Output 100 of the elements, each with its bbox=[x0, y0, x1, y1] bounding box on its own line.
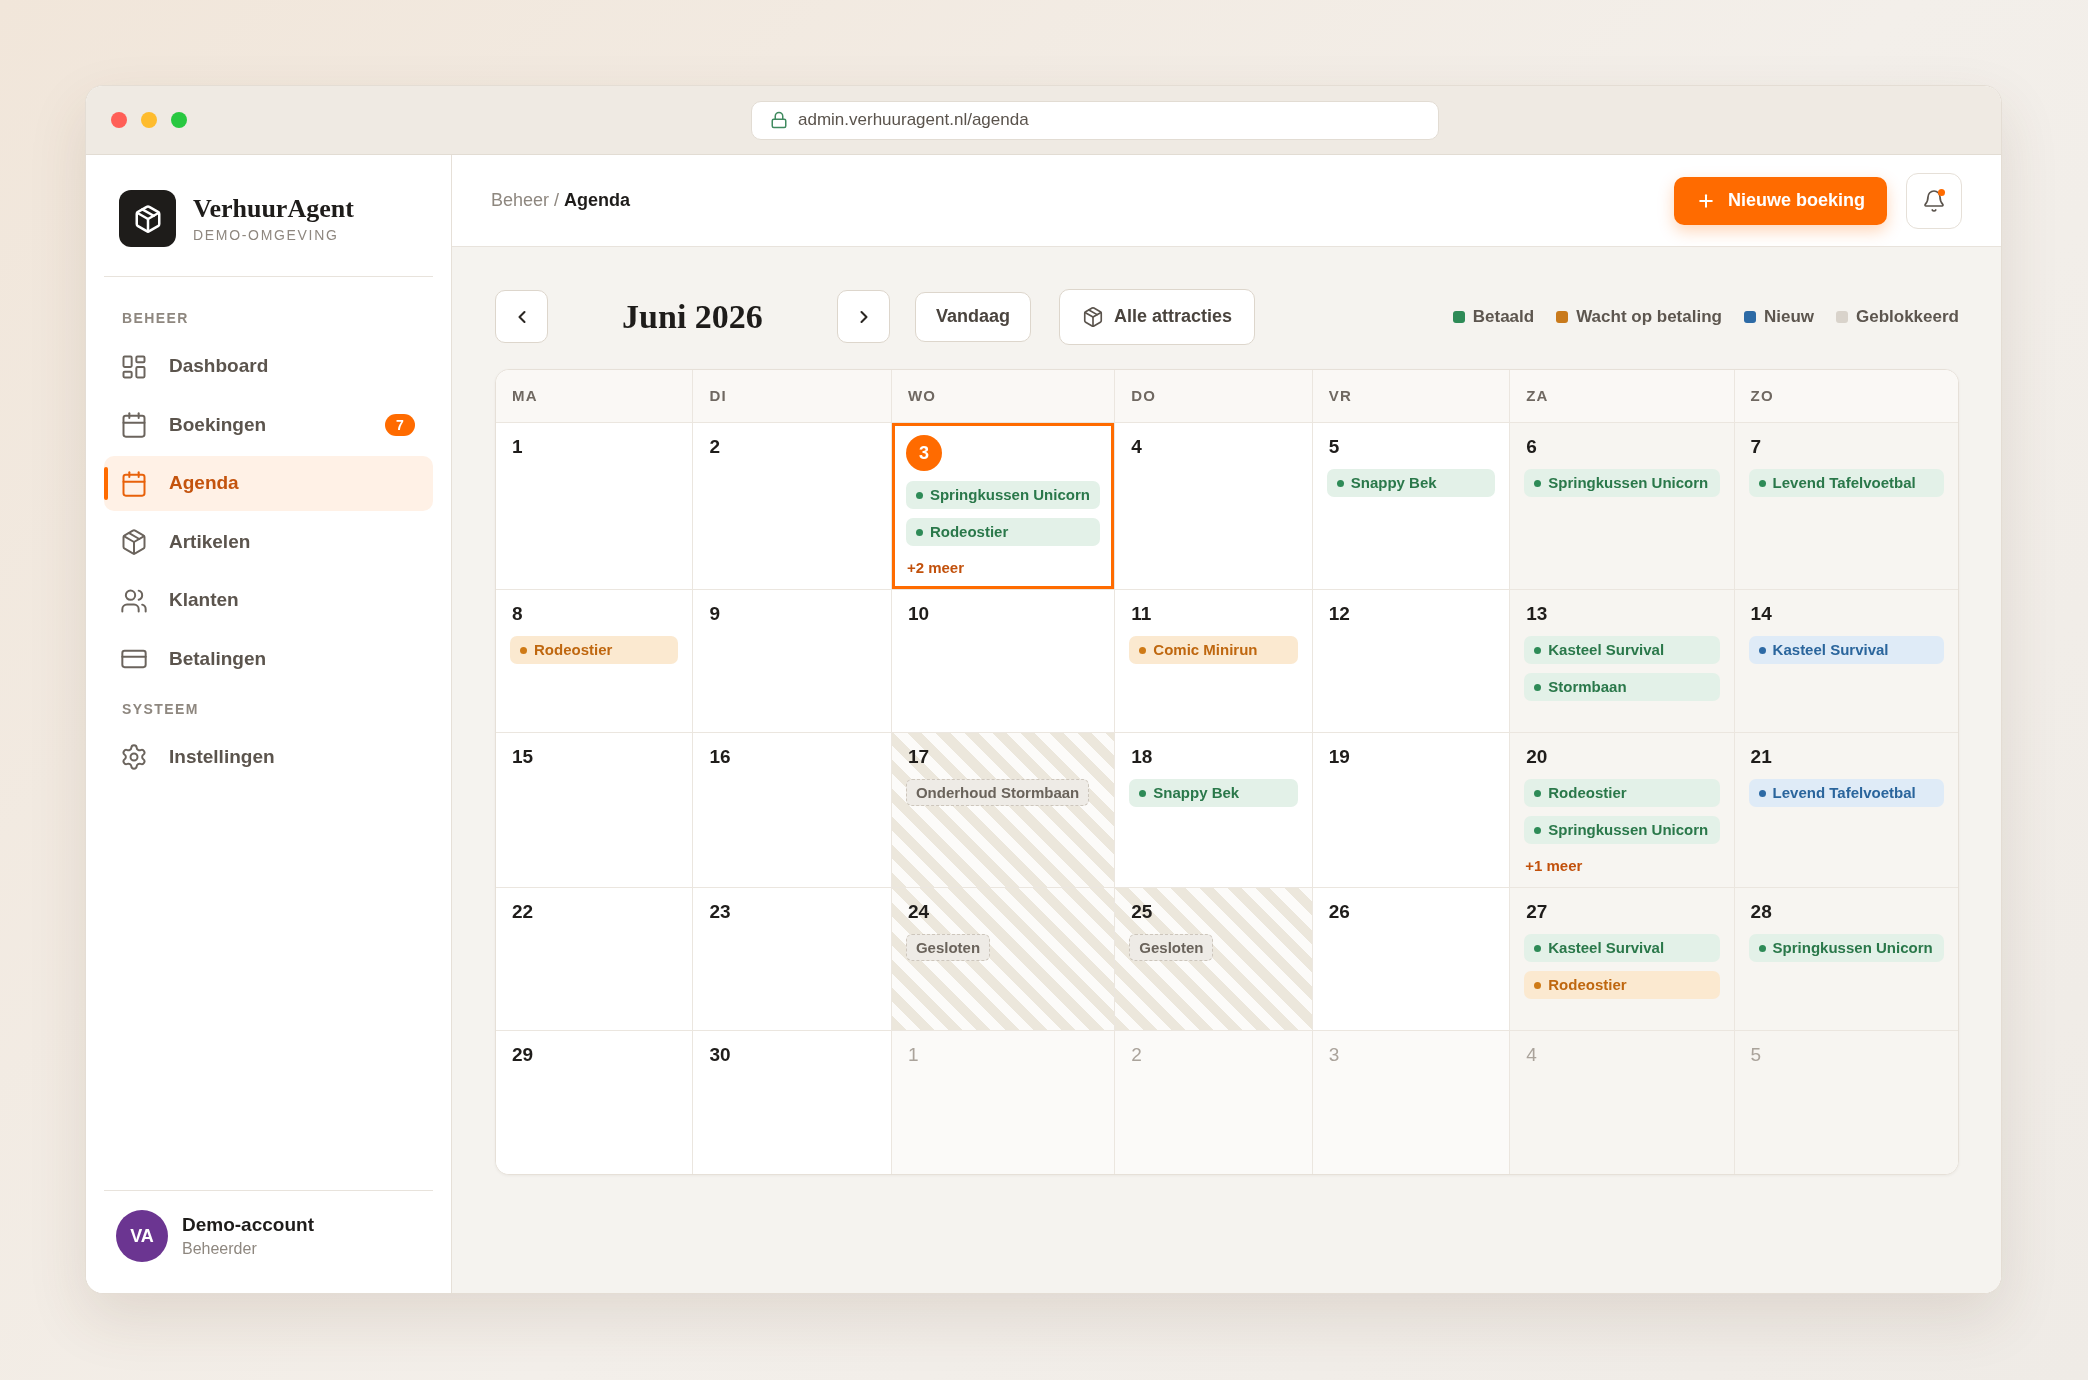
booking-chip[interactable]: Kasteel Survival bbox=[1524, 934, 1720, 962]
day-cell[interactable]: 10 bbox=[891, 590, 1116, 733]
booking-chip[interactable]: Springkussen Unicorn bbox=[905, 481, 1101, 509]
nav-item[interactable]: Dashboard bbox=[104, 339, 433, 394]
booking-chip[interactable]: Stormbaan bbox=[1524, 673, 1720, 701]
day-cell[interactable]: 25 Gesloten bbox=[1115, 888, 1313, 1031]
day-cell[interactable]: 18 Snappy Bek bbox=[1115, 733, 1313, 888]
day-cell[interactable]: 27 Kasteel Survival Rodeostier bbox=[1510, 888, 1735, 1031]
day-cell[interactable]: 9 bbox=[693, 590, 892, 733]
month-title: Juni 2026 bbox=[622, 296, 763, 337]
booking-chip[interactable]: Kasteel Survival bbox=[1524, 636, 1720, 664]
day-cell[interactable]: 16 bbox=[693, 733, 892, 888]
nav-item[interactable]: Artikelen bbox=[104, 514, 433, 570]
settings-icon bbox=[120, 743, 148, 771]
weekday-label: ZA bbox=[1526, 385, 1549, 406]
day-cell[interactable]: 8 Rodeostier bbox=[496, 590, 694, 733]
weekday-label: DO bbox=[1131, 385, 1157, 406]
section-label: BEHEER bbox=[121, 309, 190, 327]
day-number: 12 bbox=[1327, 602, 1350, 626]
calendar-icon bbox=[120, 411, 148, 439]
more-events-link[interactable]: +2 meer bbox=[905, 559, 965, 577]
booking-chip[interactable]: Springkussen Unicorn bbox=[1748, 934, 1944, 962]
day-cell[interactable]: 1 bbox=[496, 423, 694, 590]
day-cell[interactable]: 12 bbox=[1312, 590, 1511, 733]
day-cell[interactable]: 13 Kasteel Survival Stormbaan bbox=[1510, 590, 1735, 733]
day-cell[interactable]: 22 bbox=[496, 888, 694, 1031]
day-cell[interactable]: 26 bbox=[1312, 888, 1511, 1031]
closure-tag: Gesloten bbox=[1129, 934, 1214, 961]
day-cell[interactable]: 21 Levend Tafelvoetbal bbox=[1734, 733, 1958, 888]
previous-month-button[interactable] bbox=[495, 290, 548, 343]
day-number: 6 bbox=[1525, 435, 1537, 459]
brand-tagline: DEMO-OMGEVING bbox=[193, 225, 340, 244]
day-cell[interactable]: 2 bbox=[693, 423, 892, 590]
day-number: 25 bbox=[1130, 900, 1153, 924]
nav-item[interactable]: Betalingen bbox=[104, 631, 433, 687]
day-cell[interactable]: 4 bbox=[1115, 423, 1313, 590]
day-number: 2 bbox=[708, 435, 721, 459]
user-name: Demo-account bbox=[182, 1213, 314, 1237]
day-number: 5 bbox=[1749, 1043, 1762, 1067]
count-badge: 7 bbox=[385, 414, 415, 436]
weekday-label: ZO bbox=[1750, 385, 1774, 406]
day-number: 16 bbox=[708, 745, 731, 769]
day-cell[interactable]: 28 Springkussen Unicorn bbox=[1734, 888, 1958, 1031]
booking-chip[interactable]: Rodeostier bbox=[905, 518, 1101, 546]
day-cell[interactable]: 19 bbox=[1312, 733, 1511, 888]
day-number: 4 bbox=[1525, 1043, 1537, 1067]
closure-tag: Onderhoud Stormbaan bbox=[905, 779, 1090, 806]
day-cell[interactable]: 30 bbox=[693, 1031, 892, 1174]
nav-item[interactable]: Klanten bbox=[104, 573, 433, 628]
calendar-icon bbox=[120, 469, 148, 498]
booking-chip[interactable]: Springkussen Unicorn bbox=[1524, 469, 1720, 497]
more-events-link[interactable]: +1 meer bbox=[1524, 857, 1583, 875]
booking-chip[interactable]: Kasteel Survival bbox=[1748, 636, 1944, 664]
section-label: SYSTEEM bbox=[121, 699, 200, 718]
booking-chip[interactable]: Levend Tafelvoetbal bbox=[1748, 779, 1944, 807]
notifications-button[interactable] bbox=[1906, 172, 1962, 229]
booking-chip[interactable]: Snappy Bek bbox=[1326, 469, 1496, 497]
nav-item[interactable]: Instellingen bbox=[104, 729, 433, 785]
breadcrumb: Beheer / Agenda bbox=[491, 189, 631, 212]
day-number: 2 bbox=[1130, 1043, 1142, 1067]
day-number: 7 bbox=[1749, 435, 1762, 459]
legend-label: Nieuw bbox=[1763, 305, 1814, 328]
lock-icon bbox=[770, 111, 788, 129]
day-number: 4 bbox=[1130, 435, 1142, 459]
day-number: 15 bbox=[511, 745, 534, 769]
maximize-window-button[interactable] bbox=[171, 112, 187, 128]
day-cell[interactable]: 24 Gesloten bbox=[891, 888, 1116, 1031]
box-icon bbox=[120, 528, 148, 556]
booking-chip[interactable]: Levend Tafelvoetbal bbox=[1748, 469, 1944, 497]
day-cell[interactable]: 7 Levend Tafelvoetbal bbox=[1734, 423, 1958, 590]
day-number: 24 bbox=[906, 900, 930, 924]
day-cell[interactable]: 3 Springkussen Unicorn Rodeostier +2 meer bbox=[891, 423, 1116, 590]
day-cell[interactable]: 17 Onderhoud Stormbaan bbox=[891, 733, 1116, 888]
day-number: 21 bbox=[1749, 745, 1772, 769]
address-bar[interactable]: admin.verhuuragent.nl/agenda bbox=[751, 100, 1439, 140]
day-cell[interactable]: 14 Kasteel Survival bbox=[1734, 590, 1958, 733]
box-icon bbox=[1082, 305, 1105, 328]
nav-item[interactable]: Boekingen 7 bbox=[104, 397, 433, 453]
today-button[interactable]: Vandaag bbox=[915, 291, 1032, 342]
attractions-filter-button[interactable]: Alle attracties bbox=[1059, 288, 1256, 345]
close-window-button[interactable] bbox=[111, 112, 127, 128]
legend-label: Geblokkeerd bbox=[1856, 305, 1959, 328]
day-number: 17 bbox=[906, 745, 930, 769]
day-cell[interactable]: 29 bbox=[496, 1031, 694, 1174]
booking-chip[interactable]: Rodeostier bbox=[1524, 779, 1720, 807]
minimize-window-button[interactable] bbox=[141, 112, 157, 128]
day-cell[interactable]: 20 Rodeostier Springkussen Unicorn +1 meer bbox=[1510, 733, 1735, 888]
brand-name: VerhuurAgent bbox=[193, 193, 354, 224]
booking-chip[interactable]: Snappy Bek bbox=[1129, 779, 1298, 807]
day-cell[interactable]: 15 bbox=[496, 733, 694, 888]
next-month-button[interactable] bbox=[837, 290, 890, 343]
day-cell[interactable]: 11 Comic Minirun bbox=[1115, 590, 1313, 733]
day-cell[interactable]: 6 Springkussen Unicorn bbox=[1510, 423, 1735, 590]
day-cell[interactable]: 5 Snappy Bek bbox=[1312, 423, 1511, 590]
day-cell[interactable]: 23 bbox=[693, 888, 892, 1031]
booking-chip[interactable]: Springkussen Unicorn bbox=[1524, 816, 1720, 844]
weekday-label: MA bbox=[512, 385, 538, 406]
day-number: 29 bbox=[511, 1043, 534, 1067]
nav-item[interactable]: Agenda bbox=[104, 456, 433, 511]
weekday-label: DI bbox=[709, 385, 727, 406]
